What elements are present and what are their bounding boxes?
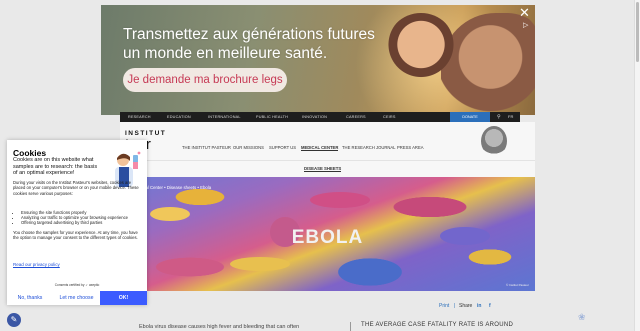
- nav-medical-center[interactable]: MEDICAL CENTER: [301, 145, 339, 151]
- nav-institut-pasteur[interactable]: THE INSTITUT PASTEUR: [182, 145, 231, 150]
- nav-support-us[interactable]: SUPPORT US: [269, 145, 296, 150]
- cookie-purposes-list: Ensuring the site functions properly Ana…: [21, 210, 141, 225]
- fatality-rate-stat: THE AVERAGE CASE FATALITY RATE IS AROUND: [350, 322, 513, 331]
- nav-ceirs[interactable]: CEIRS: [383, 112, 396, 122]
- legacy-ad-banner[interactable]: Transmettez aux générations futures un m…: [101, 5, 535, 115]
- accept-cookies-button[interactable]: OK!: [100, 291, 147, 305]
- page: Transmettez aux générations futures un m…: [0, 0, 640, 331]
- search-icon[interactable]: ⚲: [497, 112, 501, 122]
- breadcrumb[interactable]: dical Center • Disease sheets • Ebola: [140, 185, 211, 190]
- nav-careers[interactable]: CAREERS: [346, 112, 366, 122]
- hero-blob: [310, 192, 370, 208]
- donate-button[interactable]: DONATE: [450, 112, 490, 122]
- axeptio-certification: Consents certified by ✓ axeptio: [54, 283, 100, 287]
- share-label: Share: [459, 303, 473, 309]
- louis-pasteur-portrait: [467, 122, 522, 160]
- purpose-item: Offering targeted advertising by third p…: [21, 220, 141, 225]
- hero-title: EBOLA: [291, 227, 364, 248]
- adchoices-icon[interactable]: ▷: [523, 21, 533, 31]
- ad-brochure-button[interactable]: Je demande ma brochure legs: [123, 68, 287, 92]
- portrait-head: [481, 126, 507, 156]
- nav-press-area[interactable]: PRESS AREA: [397, 145, 424, 150]
- nav-innovation[interactable]: INNOVATION: [302, 112, 327, 122]
- chat-widget-icon[interactable]: ❀: [578, 312, 586, 323]
- share-separator: |: [454, 303, 456, 309]
- sub-navigation: DISEASE SHEETS: [120, 160, 535, 177]
- nav-research-journal[interactable]: THE RESEARCH JOURNAL: [342, 145, 396, 150]
- tab-disease-sheets[interactable]: DISEASE SHEETS: [304, 166, 342, 172]
- cookie-lead: Cookies are on this website what samples…: [13, 157, 98, 177]
- nav-research[interactable]: RESEARCH: [128, 112, 151, 122]
- nav-public-health[interactable]: PUBLIC HEALTH: [256, 112, 288, 122]
- nav-education[interactable]: EDUCATION: [167, 112, 191, 122]
- close-icon[interactable]: ✕: [519, 6, 531, 19]
- privacy-policy-link[interactable]: Read our privacy policy: [13, 262, 60, 267]
- cookie-consent-dialog: Cookies Cookies are on this website what…: [7, 140, 147, 305]
- ad-headline: Transmettez aux générations futures un m…: [123, 26, 375, 62]
- facebook-icon[interactable]: f: [489, 303, 491, 309]
- cookie-paragraph-1: During your visits on the Institut Paste…: [13, 180, 139, 196]
- hero-blob: [230, 257, 290, 271]
- ebola-hero-image: dical Center • Disease sheets • Ebola EB…: [120, 177, 535, 291]
- nav-our-missions[interactable]: OUR MISSIONS: [233, 145, 264, 150]
- top-navigation: RESEARCH EDUCATION INTERNATIONAL PUBLIC …: [120, 112, 520, 122]
- print-link[interactable]: Print: [439, 303, 449, 309]
- reject-cookies-button[interactable]: No, thanks: [7, 291, 53, 305]
- hero-blob: [150, 207, 190, 221]
- ad-photo-child: [386, 13, 456, 83]
- vertical-scrollbar[interactable]: [634, 0, 640, 331]
- language-switch[interactable]: FR: [508, 112, 513, 122]
- image-credit: © Institut Pasteur: [505, 283, 529, 287]
- linkedin-icon[interactable]: in: [477, 303, 481, 309]
- scrollbar-thumb[interactable]: [636, 2, 639, 62]
- cookie-button-row: No, thanks Let me choose OK!: [7, 291, 147, 305]
- cookie-paragraph-2: You choose the samples for your experien…: [13, 230, 138, 241]
- choose-cookies-button[interactable]: Let me choose: [53, 291, 100, 305]
- accessibility-button[interactable]: ✎: [7, 313, 21, 327]
- nav-international[interactable]: INTERNATIONAL: [208, 112, 241, 122]
- article-intro: Ebola virus disease causes high fever an…: [139, 324, 300, 330]
